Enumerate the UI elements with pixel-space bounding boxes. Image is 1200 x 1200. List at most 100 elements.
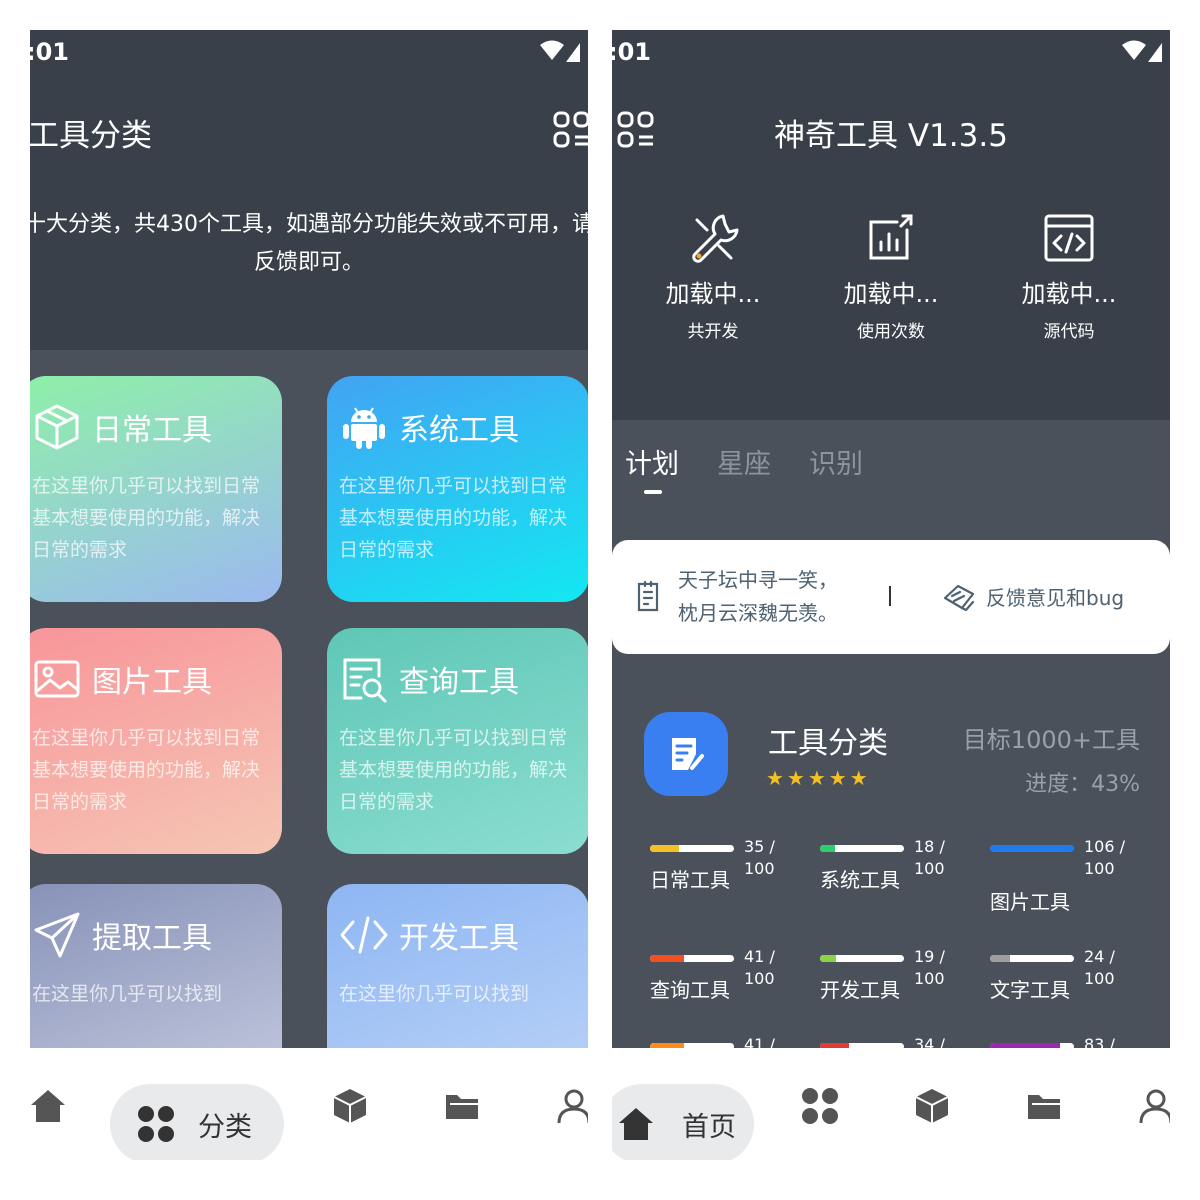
progress-count: 19 / 100 [914, 947, 945, 988]
nav-tab-category[interactable]: 分类 [110, 1084, 284, 1160]
poem-line: 天子坛中寻一笑， [678, 568, 838, 592]
notice-poem: 天子坛中寻一笑， 枕月云深魏无羡。 [678, 564, 838, 630]
progress-name: 系统工具 [820, 868, 900, 892]
progress-name: 开发工具 [820, 978, 900, 1002]
progress-count: 34 / 100 [914, 1035, 945, 1048]
progress-bar [820, 955, 904, 962]
progress-name: 图片工具 [990, 890, 1070, 914]
home-icon[interactable] [30, 1086, 68, 1126]
progress-fill [820, 845, 836, 852]
folder-icon[interactable] [442, 1086, 482, 1126]
category-card-extract[interactable]: 提取工具 在这里你几乎可以找到 [30, 884, 282, 1048]
box-icon [35, 404, 79, 450]
category-screen: :01 工具分类 十大分类，共430个工具，如遇部分功能失效或不可用，请反馈即可… [30, 30, 588, 1160]
stat-value: 加载中... [1021, 280, 1117, 308]
category-card-title: 提取工具 [92, 921, 212, 956]
category-app-icon [644, 712, 728, 796]
nav-tab-label: 首页 [682, 1111, 736, 1143]
android-icon [343, 407, 385, 449]
category-description: 十大分类，共430个工具，如遇部分功能失效或不可用，请反馈即可。 [30, 212, 588, 275]
rating-stars: ★★★★★ [766, 766, 871, 790]
category-card-image[interactable]: 图片工具 在这里你几乎可以找到日常基本想要使用的功能，解决日常的需求 [30, 628, 282, 854]
category-card-daily[interactable]: 日常工具 在这里你几乎可以找到日常基本想要使用的功能，解决日常的需求 [30, 376, 282, 602]
cube-icon[interactable] [912, 1086, 952, 1126]
home-icon [619, 1108, 653, 1140]
status-bar: :01 [30, 30, 588, 74]
category-card-title: 日常工具 [92, 413, 212, 448]
home-screen: :01 神奇工具 V1.3.5 加载中... 共开发 加载中... 使用次数 加… [612, 30, 1170, 1160]
bottom-nav: 分类 [30, 1048, 588, 1160]
category-card-query[interactable]: 查询工具 在这里你几乎可以找到日常基本想要使用的功能，解决日常的需求 [327, 628, 588, 854]
apps-icon[interactable] [800, 1086, 840, 1126]
code-window-icon [1044, 214, 1094, 262]
feedback-link[interactable]: 反馈意见和bug [986, 582, 1124, 611]
cube-icon[interactable] [330, 1086, 370, 1126]
progress-fill [990, 845, 1074, 852]
target-text: 目标1000+工具 [962, 726, 1140, 754]
tab-constellation[interactable]: 星座 [717, 442, 771, 481]
category-card-desc: 在这里你几乎可以找到 [339, 983, 530, 1005]
stat-developed[interactable]: 加载中... 共开发 [643, 210, 783, 342]
apps-icon [138, 1106, 174, 1142]
category-card-desc: 在这里你几乎可以找到 [32, 983, 223, 1005]
category-card-desc: 在这里你几乎可以找到日常基本想要使用的功能，解决日常的需求 [339, 475, 568, 561]
chart-icon [869, 214, 913, 260]
notice-divider [889, 586, 891, 606]
tab-plan[interactable]: 计划 [625, 442, 679, 481]
progress-fill [650, 845, 680, 852]
progress-count: 106 / 100 [1084, 837, 1126, 878]
stat-label: 使用次数 [857, 322, 925, 342]
stat-value: 加载中... [843, 280, 939, 308]
tab-recognize[interactable]: 识别 [809, 442, 863, 481]
progress-name: 日常工具 [650, 868, 730, 892]
status-time: :01 [612, 38, 651, 66]
user-icon[interactable] [554, 1086, 588, 1126]
progress-fill [820, 955, 836, 962]
progress-fill [990, 955, 1011, 962]
category-title: 工具分类 [768, 726, 888, 761]
progress-bar [650, 955, 734, 962]
app-title: 神奇工具 V1.3.5 [774, 118, 1008, 154]
tab-indicator [644, 490, 662, 494]
nav-tab-home[interactable]: 首页 [612, 1084, 754, 1160]
wifi-signal-icon [1122, 40, 1162, 62]
category-card-desc: 在这里你几乎可以找到日常基本想要使用的功能，解决日常的需求 [32, 727, 261, 813]
category-card-dev[interactable]: 开发工具 在这里你几乎可以找到 [327, 884, 588, 1048]
folder-icon[interactable] [1024, 1086, 1064, 1126]
grid-menu-icon[interactable] [552, 110, 588, 150]
notice-card: 天子坛中寻一笑， 枕月云深魏无羡。 反馈意见和bug [612, 540, 1170, 654]
progress-bar [990, 955, 1074, 962]
progress-bar [650, 845, 734, 852]
progress-fill [650, 955, 685, 962]
user-icon[interactable] [1136, 1086, 1170, 1126]
send-icon [34, 912, 80, 958]
bottom-nav: 首页 [612, 1048, 1170, 1160]
category-card-title: 开发工具 [399, 921, 519, 956]
category-card-desc: 在这里你几乎可以找到日常基本想要使用的功能，解决日常的需求 [339, 727, 568, 813]
status-bar: :01 [612, 30, 1170, 74]
category-card-system[interactable]: 系统工具 在这里你几乎可以找到日常基本想要使用的功能，解决日常的需求 [327, 376, 588, 602]
progress-count: 41 / 100 [744, 1035, 775, 1048]
stat-label: 共开发 [687, 322, 739, 342]
status-time: :01 [30, 38, 69, 66]
edit-note-icon [672, 738, 704, 770]
stat-source[interactable]: 加载中... 源代码 [999, 210, 1139, 342]
progress-count: 83 / 100 [1084, 1035, 1115, 1048]
progress-count: 24 / 100 [1084, 947, 1115, 988]
code-icon [340, 916, 388, 954]
feedback-icon [943, 584, 975, 612]
category-card-title: 查询工具 [399, 665, 519, 700]
category-card-desc: 在这里你几乎可以找到日常基本想要使用的功能，解决日常的需求 [32, 475, 261, 561]
stat-label: 源代码 [1043, 322, 1095, 342]
progress-name: 查询工具 [650, 978, 730, 1002]
nav-tab-label: 分类 [198, 1111, 252, 1143]
category-card-title: 图片工具 [92, 665, 212, 700]
stat-usage[interactable]: 加载中... 使用次数 [821, 210, 961, 342]
stat-value: 加载中... [665, 280, 761, 308]
progress-count: 18 / 100 [914, 837, 945, 878]
poem-line: 枕月云深魏无羡。 [678, 601, 838, 625]
category-card-title: 系统工具 [399, 413, 519, 448]
note-icon [637, 580, 659, 612]
image-icon [34, 660, 80, 698]
progress-count: 35 / 100 [744, 837, 775, 878]
